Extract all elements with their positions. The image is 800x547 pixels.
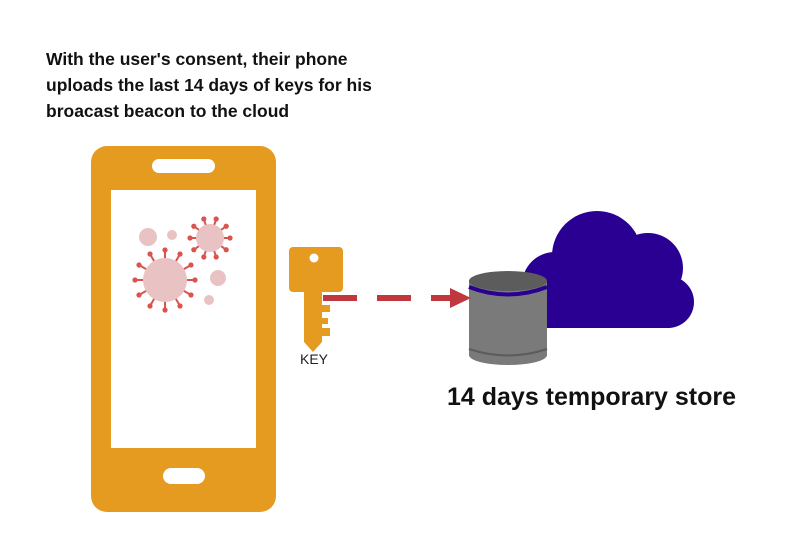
smartphone-icon <box>91 146 276 512</box>
phone-screen <box>111 190 256 448</box>
key-label: KEY <box>300 351 329 367</box>
dashed-arrow <box>323 288 471 308</box>
home-button <box>163 468 205 484</box>
store-label: 14 days temporary store <box>447 383 737 411</box>
upload-diagram <box>91 146 694 512</box>
database-icon <box>468 271 548 365</box>
